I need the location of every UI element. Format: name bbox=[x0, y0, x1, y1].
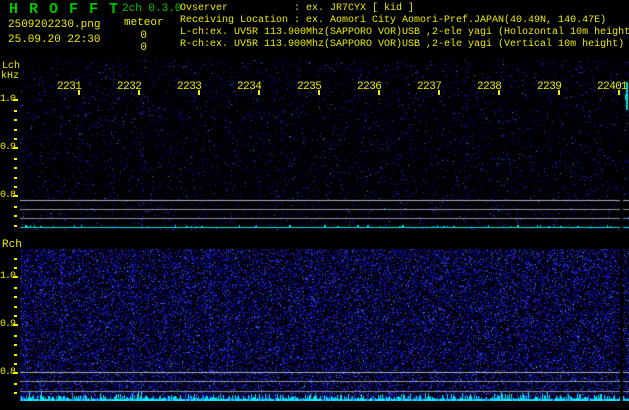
lch-freq-major-tick bbox=[13, 99, 18, 101]
capture-datetime: 25.09.20 22:30 bbox=[8, 34, 101, 46]
time-tick bbox=[618, 90, 620, 95]
lch-echo-count: 0 bbox=[140, 30, 147, 42]
hrofft-window: H R O F F T 2ch 0.3.0 meteor 2509202230.… bbox=[0, 0, 629, 410]
lch-freq-minor-tick bbox=[14, 119, 17, 121]
lch-freq-minor-tick bbox=[14, 138, 17, 140]
lch-config-line: L-ch:ex. UV5R 113.900Mhz(SAPPORO VOR)USB… bbox=[180, 27, 629, 38]
observer-line: Ovserver : ex. JR7CYX [ kid ] bbox=[180, 3, 415, 14]
time-tick bbox=[498, 90, 500, 95]
rch-freq-minor-tick bbox=[14, 383, 17, 385]
rch-freq-minor-tick bbox=[14, 354, 17, 356]
time-tick bbox=[258, 90, 260, 95]
time-tick bbox=[318, 90, 320, 95]
lch-freq-major-tick bbox=[13, 195, 18, 197]
rch-freq-minor-tick bbox=[14, 335, 17, 337]
rch-freq-minor-tick bbox=[14, 344, 17, 346]
rch-freq-minor-tick bbox=[14, 306, 17, 308]
app-version: 2ch 0.3.0 bbox=[122, 3, 182, 15]
lch-freq-minor-tick bbox=[14, 129, 17, 131]
time-tick bbox=[78, 90, 80, 95]
rch-freq-major-tick bbox=[13, 324, 18, 326]
lch-freq-label: 0.9 bbox=[0, 142, 16, 153]
time-tick bbox=[378, 90, 380, 95]
lch-freq-minor-tick bbox=[14, 186, 17, 188]
lch-freq-label: 1.0 bbox=[0, 94, 16, 105]
time-tick bbox=[198, 90, 200, 95]
rch-freq-label: 0.8 bbox=[0, 367, 16, 378]
lch-freq-minor-tick bbox=[14, 110, 17, 112]
capture-filename: 2509202230.png bbox=[8, 19, 101, 31]
lch-freq-minor-tick bbox=[14, 158, 17, 160]
rch-echo-count: 0 bbox=[140, 42, 147, 54]
mode-label: meteor bbox=[124, 17, 164, 29]
rch-panel-label: Rch bbox=[2, 239, 22, 251]
lch-freq-label: 0.8 bbox=[0, 190, 16, 201]
lch-freq-minor-tick bbox=[14, 225, 17, 227]
khz-unit-label: kHz bbox=[1, 71, 20, 82]
rch-freq-minor-tick bbox=[14, 392, 17, 394]
rch-freq-minor-tick bbox=[14, 267, 17, 269]
rch-config-line: R-ch:ex. UV5R 113.900Mhz(SAPPORO VOR)USB… bbox=[180, 39, 625, 50]
app-title: H R O F F T bbox=[9, 1, 120, 18]
rch-spectrogram bbox=[20, 249, 629, 401]
lch-freq-minor-tick bbox=[14, 177, 17, 179]
time-axis-partial-label: 1 bbox=[621, 81, 628, 93]
time-tick bbox=[558, 90, 560, 95]
lch-freq-minor-tick bbox=[14, 206, 17, 208]
rch-freq-major-tick bbox=[13, 372, 18, 374]
rch-freq-minor-tick bbox=[14, 296, 17, 298]
location-line: Receiving Location : ex. Aomori City Aom… bbox=[180, 15, 607, 26]
rch-freq-major-tick bbox=[13, 276, 18, 278]
rch-freq-minor-tick bbox=[14, 363, 17, 365]
time-tick bbox=[138, 90, 140, 95]
lch-freq-minor-tick bbox=[14, 167, 17, 169]
lch-freq-minor-tick bbox=[14, 215, 17, 217]
rch-freq-label: 1.0 bbox=[0, 271, 16, 282]
rch-freq-label: 0.9 bbox=[0, 319, 16, 330]
rch-freq-minor-tick bbox=[14, 315, 17, 317]
lch-freq-major-tick bbox=[13, 147, 18, 149]
rch-freq-minor-tick bbox=[14, 287, 17, 289]
rch-freq-minor-tick bbox=[14, 258, 17, 260]
time-tick bbox=[438, 90, 440, 95]
